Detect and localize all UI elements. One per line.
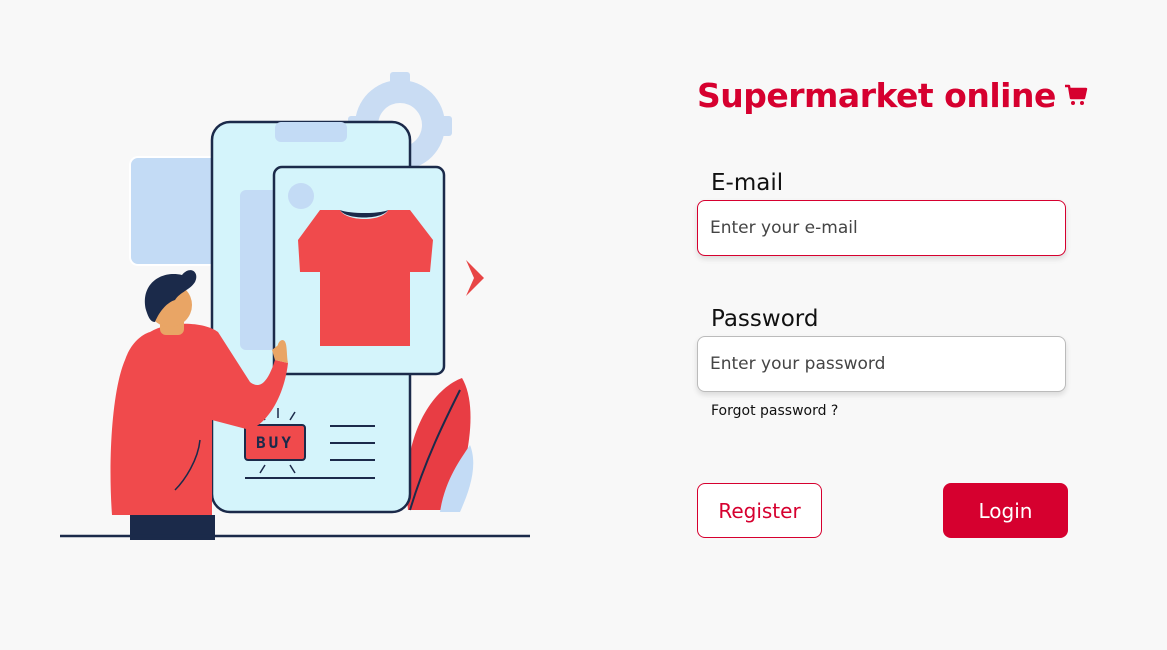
password-input[interactable] — [698, 354, 1065, 374]
arrow-icon — [466, 260, 484, 296]
shopping-illustration: BUY — [60, 72, 530, 540]
password-field-wrapper — [697, 336, 1066, 392]
password-label: Password — [711, 306, 819, 332]
email-input[interactable] — [698, 218, 1065, 238]
shopping-cart-icon — [1064, 76, 1088, 115]
email-label: E-mail — [711, 170, 784, 196]
email-field-wrapper — [697, 200, 1066, 256]
forgot-password-link[interactable]: Forgot password ? — [711, 403, 838, 419]
app-title-text: Supermarket online — [697, 76, 1056, 115]
register-button[interactable]: Register — [697, 483, 822, 538]
app-title: Supermarket online — [697, 76, 1088, 115]
login-button[interactable]: Login — [943, 483, 1068, 538]
buy-badge-text: BUY — [256, 433, 294, 452]
